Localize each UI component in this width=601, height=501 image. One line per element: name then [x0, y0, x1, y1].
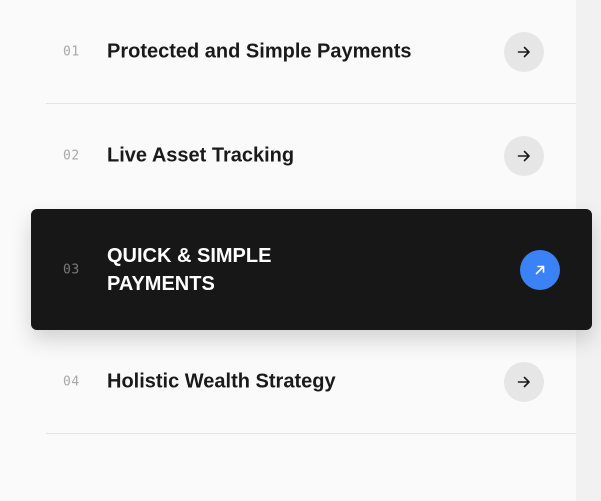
- arrow-button[interactable]: [504, 31, 544, 72]
- arrow-button-active[interactable]: [520, 249, 560, 290]
- arrow-up-right-icon: [535, 265, 545, 274]
- arrow-button[interactable]: [504, 361, 544, 402]
- arrow-right-icon: [517, 150, 530, 162]
- arrow-button[interactable]: [504, 136, 544, 176]
- item-number: 04: [63, 374, 80, 389]
- item-title: Live Asset Tracking: [107, 144, 295, 167]
- list-item[interactable]: 01 Protected and Simple Payments: [46, 0, 576, 104]
- arrow-right-icon: [517, 46, 530, 57]
- list-item-active[interactable]: 03 QUICK & SIMPLE PAYMENTS: [31, 209, 592, 330]
- list-item[interactable]: 02 Live Asset Tracking: [46, 104, 576, 208]
- item-number: 02: [63, 148, 80, 164]
- item-title: Holistic Wealth Strategy: [107, 370, 336, 392]
- arrow-right-icon: [517, 376, 530, 387]
- item-number: 01: [63, 44, 80, 59]
- item-title: QUICK & SIMPLE PAYMENTS: [107, 244, 272, 295]
- item-number: 03: [63, 262, 80, 277]
- list-item[interactable]: 04 Holistic Wealth Strategy: [46, 330, 576, 434]
- item-title: Protected and Simple Payments: [107, 40, 412, 62]
